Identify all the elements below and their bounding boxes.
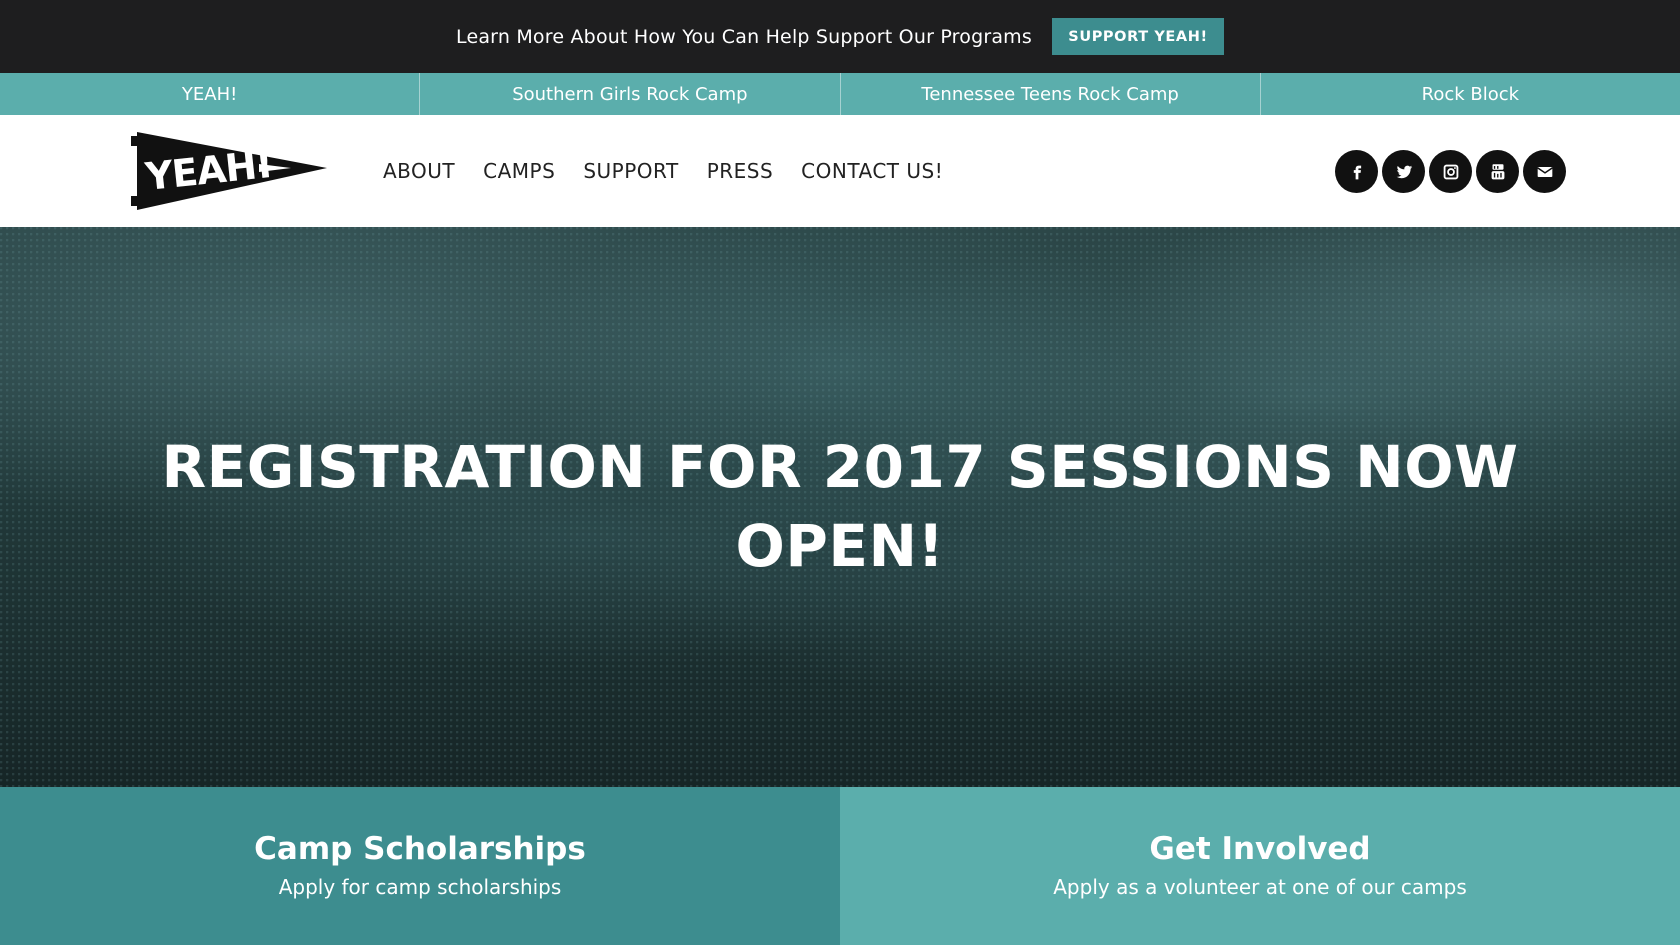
nav-press[interactable]: PRESS (707, 159, 773, 183)
get-involved-card[interactable]: Get Involved Apply as a volunteer at one… (840, 787, 1680, 945)
announcement-text: Learn More About How You Can Help Suppor… (456, 25, 1032, 48)
program-tab-tennessee-teens-rock-camp[interactable]: Tennessee Teens Rock Camp (841, 73, 1261, 115)
card-title: Camp Scholarships (254, 831, 586, 867)
feature-cards: Camp Scholarships Apply for camp scholar… (0, 787, 1680, 945)
camp-scholarships-card[interactable]: Camp Scholarships Apply for camp scholar… (0, 787, 840, 945)
program-tabs: YEAH! Southern Girls Rock Camp Tennessee… (0, 73, 1680, 115)
instagram-icon[interactable] (1429, 150, 1472, 193)
hero-banner: REGISTRATION FOR 2017 SESSIONS NOW OPEN! (0, 227, 1680, 787)
facebook-icon[interactable] (1335, 150, 1378, 193)
twitter-icon[interactable] (1382, 150, 1425, 193)
card-subtitle: Apply for camp scholarships (278, 875, 562, 899)
program-tab-southern-girls-rock-camp[interactable]: Southern Girls Rock Camp (420, 73, 841, 115)
site-header: YEAH! ABOUT CAMPS SUPPORT PRESS CONTACT … (0, 115, 1680, 227)
main-nav: ABOUT CAMPS SUPPORT PRESS CONTACT US! (383, 115, 971, 227)
nav-support[interactable]: SUPPORT (583, 159, 678, 183)
nav-camps[interactable]: CAMPS (483, 159, 555, 183)
announcement-bar: Learn More About How You Can Help Suppor… (0, 0, 1680, 73)
youtube-icon[interactable] (1476, 150, 1519, 193)
card-subtitle: Apply as a volunteer at one of our camps (1053, 875, 1467, 899)
program-tab-rock-block[interactable]: Rock Block (1261, 73, 1680, 115)
nav-about[interactable]: ABOUT (383, 159, 455, 183)
email-icon[interactable] (1523, 150, 1566, 193)
nav-contact-us[interactable]: CONTACT US! (801, 159, 943, 183)
program-tab-yeah[interactable]: YEAH! (0, 73, 421, 115)
support-yeah-button[interactable]: SUPPORT YEAH! (1052, 18, 1224, 55)
hero-title: REGISTRATION FOR 2017 SESSIONS NOW OPEN! (161, 433, 1519, 580)
social-links (1335, 150, 1570, 193)
card-title: Get Involved (1149, 831, 1371, 867)
pennant-logo[interactable]: YEAH! (131, 130, 329, 212)
